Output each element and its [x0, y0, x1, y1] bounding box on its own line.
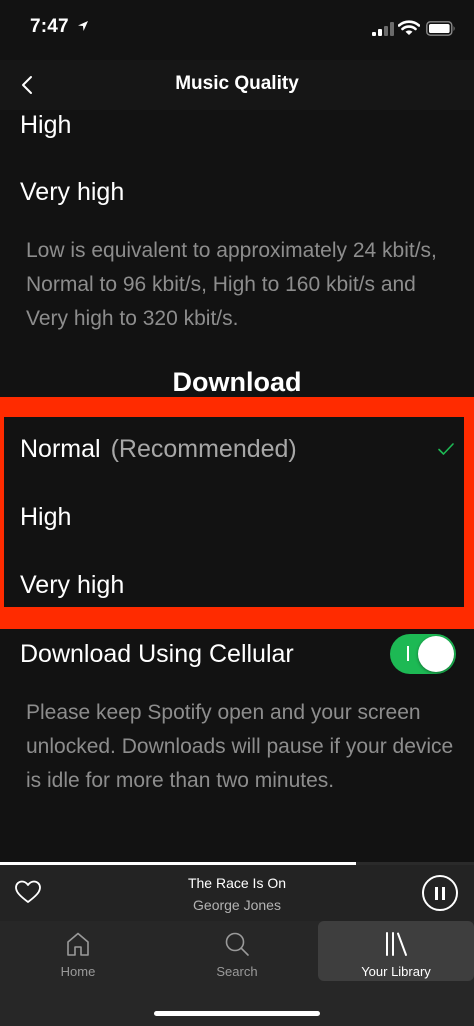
now-playing-bar[interactable]: The Race Is On George Jones — [0, 865, 474, 921]
streaming-option-very-high[interactable]: Very high — [20, 177, 124, 207]
tab-search[interactable]: Search — [159, 921, 315, 981]
toggle-on-mark — [407, 646, 409, 661]
wifi-icon — [398, 20, 420, 35]
battery-icon — [426, 21, 455, 36]
download-section-title: Download — [172, 367, 302, 397]
recommended-note: (Recommended) — [110, 435, 297, 463]
status-time: 7:47 — [30, 16, 69, 37]
streaming-option-high[interactable]: High — [20, 110, 71, 140]
location-arrow-icon — [78, 21, 88, 31]
tab-your-library[interactable]: Your Library — [318, 921, 474, 981]
page-title: Music Quality — [175, 73, 299, 94]
download-option-normal-label: Normal — [20, 435, 101, 463]
pause-icon-bar-left — [435, 887, 438, 900]
download-option-normal[interactable]: Normal (Recommended) — [20, 434, 297, 464]
home-icon — [67, 932, 89, 956]
check-icon — [438, 443, 454, 455]
download-option-very-high[interactable]: Very high — [20, 570, 124, 600]
status-bar: 7:47 — [0, 0, 474, 60]
track-title[interactable]: The Race Is On — [0, 875, 474, 891]
tab-home[interactable]: Home — [0, 921, 156, 981]
quality-hint-text: Low is equivalent to approximately 24 kb… — [26, 239, 437, 330]
tab-home-label: Home — [60, 964, 96, 979]
tab-your-library-label: Your Library — [361, 964, 431, 979]
track-artist: George Jones — [193, 897, 281, 913]
cellular-toggle[interactable] — [390, 634, 456, 674]
download-option-high[interactable]: High — [20, 502, 71, 532]
library-icon — [386, 932, 407, 956]
cellular-signal-icon — [372, 22, 394, 36]
nav-header: Music Quality — [0, 60, 474, 110]
toggle-knob — [418, 636, 454, 672]
search-icon — [225, 932, 249, 956]
cellular-hint-text: Please keep Spotify open and your screen… — [26, 701, 454, 792]
pause-button[interactable] — [422, 875, 458, 911]
download-cellular-label: Download Using Cellular — [20, 640, 294, 668]
tab-search-label: Search — [216, 964, 258, 979]
pause-icon-bar-right — [442, 887, 445, 900]
home-indicator — [154, 1011, 320, 1016]
tab-bar: Home Search Your Library — [0, 921, 474, 1026]
